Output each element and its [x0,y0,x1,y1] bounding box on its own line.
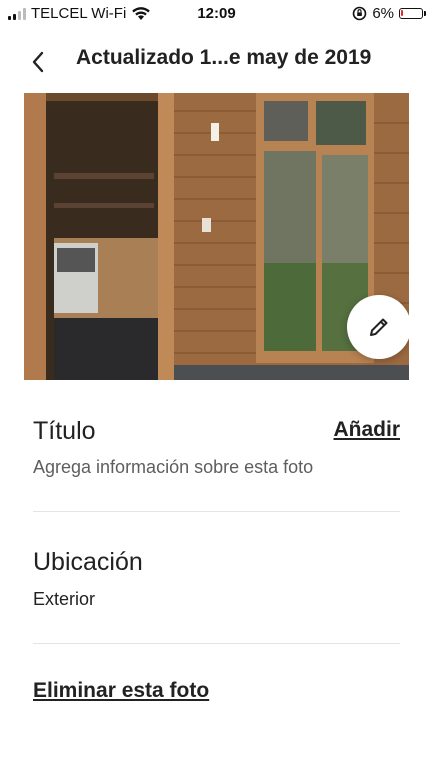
pencil-icon [370,318,388,336]
title-subtitle: Agrega información sobre esta foto [33,457,314,477]
add-title-link[interactable]: Añadir [333,418,400,442]
location-value: Exterior [33,589,96,609]
battery-icon [399,8,426,19]
back-button[interactable] [24,48,52,76]
battery-fill [401,10,403,16]
chevron-left-icon [32,51,44,73]
location-label[interactable]: Ubicación [33,548,143,577]
status-right: 6% [352,5,426,22]
delete-photo-link[interactable]: Eliminar esta foto [33,679,209,703]
title-label: Título [33,417,96,445]
photo[interactable] [24,93,409,380]
nav-header: Actualizado 1...e may de 2019 [0,30,433,90]
divider [33,643,400,644]
page-title: Actualizado 1...e may de 2019 [76,46,372,69]
status-bar: TELCEL Wi-Fi 12:09 6% [0,0,433,30]
orientation-lock-icon [353,6,367,21]
divider [33,511,400,512]
battery-percent: 6% [372,5,394,22]
edit-photo-button[interactable] [347,295,409,359]
